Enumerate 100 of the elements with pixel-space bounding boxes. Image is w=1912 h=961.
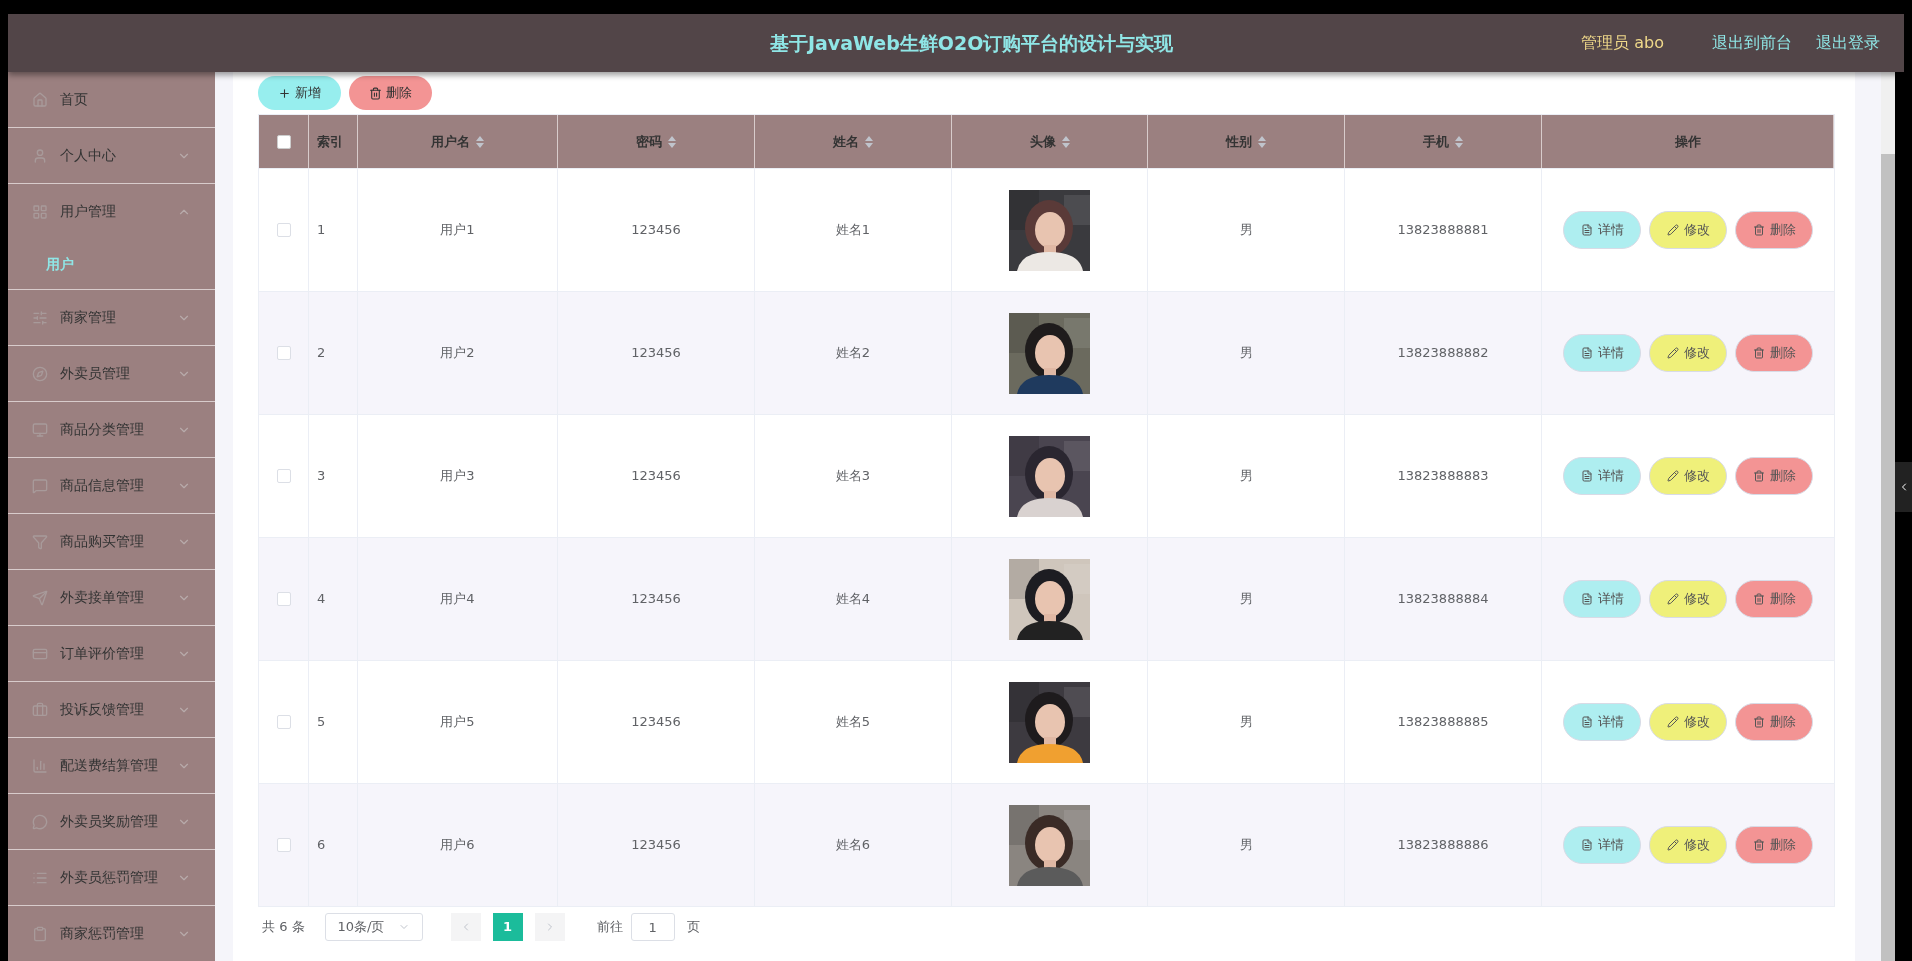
page-size-select[interactable]: 10条/页 bbox=[324, 913, 423, 941]
trash-icon bbox=[1752, 224, 1765, 236]
app-title: 基于JavaWeb生鲜O2O订购平台的设计与实现 bbox=[769, 30, 1174, 56]
edit-button[interactable]: 修改 bbox=[1649, 457, 1727, 495]
delete-button[interactable]: 删除 bbox=[1735, 580, 1813, 618]
send-icon bbox=[32, 589, 48, 606]
edit-button[interactable]: 修改 bbox=[1649, 580, 1727, 618]
sidebar-item[interactable]: 首页 bbox=[8, 72, 215, 127]
sidebar-item[interactable]: 外卖员奖励管理 bbox=[8, 794, 215, 849]
plus-icon bbox=[278, 86, 291, 100]
table-cell-text: 123456 bbox=[631, 590, 681, 609]
header-link[interactable]: 退出登录 bbox=[1816, 31, 1880, 55]
sidebar-item[interactable]: 外卖接单管理 bbox=[8, 570, 215, 625]
trash-icon bbox=[1752, 470, 1765, 482]
trash-icon bbox=[1752, 716, 1765, 728]
row-checkbox[interactable] bbox=[276, 469, 291, 483]
column-header: 操作 bbox=[1674, 132, 1701, 151]
sidebar-item[interactable]: 用户管理 bbox=[8, 184, 215, 239]
delete-button[interactable]: 删除 bbox=[1735, 334, 1813, 372]
goto-page-field[interactable]: 1 bbox=[630, 913, 675, 941]
add-button[interactable]: 新增 bbox=[258, 76, 341, 110]
table-cell-text: 123456 bbox=[631, 467, 681, 486]
sort-icon bbox=[476, 135, 484, 148]
sidebar-item[interactable]: 外卖员管理 bbox=[8, 346, 215, 401]
sidebar-item[interactable]: 商家管理 bbox=[8, 290, 215, 345]
detail-button[interactable]: 详情 bbox=[1563, 580, 1641, 618]
document-icon bbox=[1580, 839, 1593, 851]
column-header[interactable]: 用户名 bbox=[431, 131, 484, 152]
detail-button[interactable]: 详情 bbox=[1563, 211, 1641, 249]
table-cell-text: 123456 bbox=[631, 713, 681, 732]
header-link[interactable]: 退出到前台 bbox=[1712, 31, 1792, 55]
column-header[interactable]: 手机 bbox=[1423, 131, 1463, 152]
sort-icon bbox=[1455, 135, 1463, 148]
table-cell-text: 男 bbox=[1239, 344, 1253, 363]
sidebar-item[interactable]: 商品分类管理 bbox=[8, 402, 215, 457]
detail-button[interactable]: 详情 bbox=[1563, 826, 1641, 864]
table-cell-text: 男 bbox=[1239, 221, 1253, 240]
edit-button[interactable]: 修改 bbox=[1649, 211, 1727, 249]
table-cell-text: 1 bbox=[317, 221, 326, 240]
delete-button[interactable]: 删除 bbox=[349, 76, 432, 110]
row-checkbox[interactable] bbox=[276, 592, 291, 606]
delete-button[interactable]: 删除 bbox=[1735, 211, 1813, 249]
table-cell-text: 用户6 bbox=[440, 836, 475, 855]
chat-icon bbox=[32, 813, 48, 830]
table-cell-text: 姓名3 bbox=[835, 467, 871, 486]
next-page-button[interactable] bbox=[534, 913, 565, 941]
document-icon bbox=[1580, 593, 1593, 605]
document-icon bbox=[1580, 716, 1593, 728]
clipboard-icon bbox=[32, 925, 48, 942]
column-header[interactable]: 密码 bbox=[636, 131, 676, 152]
page-button[interactable]: 1 bbox=[492, 913, 523, 941]
prev-page-button[interactable] bbox=[450, 913, 481, 941]
table-cell-text: 123456 bbox=[631, 836, 681, 855]
table-cell-text: 123456 bbox=[631, 221, 681, 240]
sidebar-item[interactable]: 商品信息管理 bbox=[8, 458, 215, 513]
row-checkbox[interactable] bbox=[276, 346, 291, 360]
page-suffix: 页 bbox=[686, 918, 700, 937]
column-header[interactable]: 头像 bbox=[1029, 131, 1070, 152]
sidebar-item[interactable]: 外卖员惩罚管理 bbox=[8, 850, 215, 905]
edit-button[interactable]: 修改 bbox=[1649, 703, 1727, 741]
table-cell-text: 5 bbox=[317, 713, 326, 732]
sidebar-item[interactable]: 配送费结算管理 bbox=[8, 738, 215, 793]
submenu-item[interactable]: 用户 bbox=[8, 239, 215, 289]
document-icon bbox=[1580, 224, 1593, 236]
sidebar-item[interactable]: 投诉反馈管理 bbox=[8, 682, 215, 737]
row-checkbox[interactable] bbox=[276, 838, 291, 852]
sort-icon bbox=[1258, 135, 1266, 148]
edit-button[interactable]: 修改 bbox=[1649, 826, 1727, 864]
column-header[interactable]: 性别 bbox=[1226, 131, 1266, 152]
delete-button[interactable]: 删除 bbox=[1735, 457, 1813, 495]
detail-button[interactable]: 详情 bbox=[1563, 457, 1641, 495]
pencil-icon bbox=[1666, 347, 1679, 359]
table-cell-text: 男 bbox=[1239, 467, 1253, 486]
total-count: 共 6 条 bbox=[262, 918, 305, 937]
delete-button[interactable]: 删除 bbox=[1735, 826, 1813, 864]
delete-button[interactable]: 删除 bbox=[1735, 703, 1813, 741]
row-checkbox[interactable] bbox=[276, 715, 291, 729]
message-icon bbox=[32, 477, 48, 494]
row-checkbox[interactable] bbox=[276, 223, 291, 237]
sidebar-item[interactable]: 商品购买管理 bbox=[8, 514, 215, 569]
column-header[interactable]: 姓名 bbox=[833, 131, 873, 152]
select-all-checkbox[interactable] bbox=[276, 134, 291, 149]
table-cell-text: 姓名5 bbox=[835, 713, 871, 732]
table-cell-text: 13823888885 bbox=[1397, 713, 1489, 732]
table-cell-text: 3 bbox=[317, 467, 326, 486]
detail-button[interactable]: 详情 bbox=[1563, 334, 1641, 372]
table-cell-text: 用户1 bbox=[440, 221, 475, 240]
detail-button[interactable]: 详情 bbox=[1563, 703, 1641, 741]
briefcase-icon bbox=[32, 701, 48, 718]
table-cell-text: 男 bbox=[1239, 713, 1253, 732]
table-cell-text: 13823888882 bbox=[1397, 344, 1489, 363]
sidebar-item[interactable]: 订单评价管理 bbox=[8, 626, 215, 681]
document-icon bbox=[1580, 470, 1593, 482]
sidebar-item[interactable]: 个人中心 bbox=[8, 128, 215, 183]
goto-label: 前往 bbox=[596, 918, 623, 937]
sidebar-item[interactable]: 商家惩罚管理 bbox=[8, 906, 215, 961]
home-icon bbox=[32, 91, 48, 108]
user-icon bbox=[32, 147, 48, 164]
collapse-tab[interactable] bbox=[1895, 462, 1912, 512]
edit-button[interactable]: 修改 bbox=[1649, 334, 1727, 372]
